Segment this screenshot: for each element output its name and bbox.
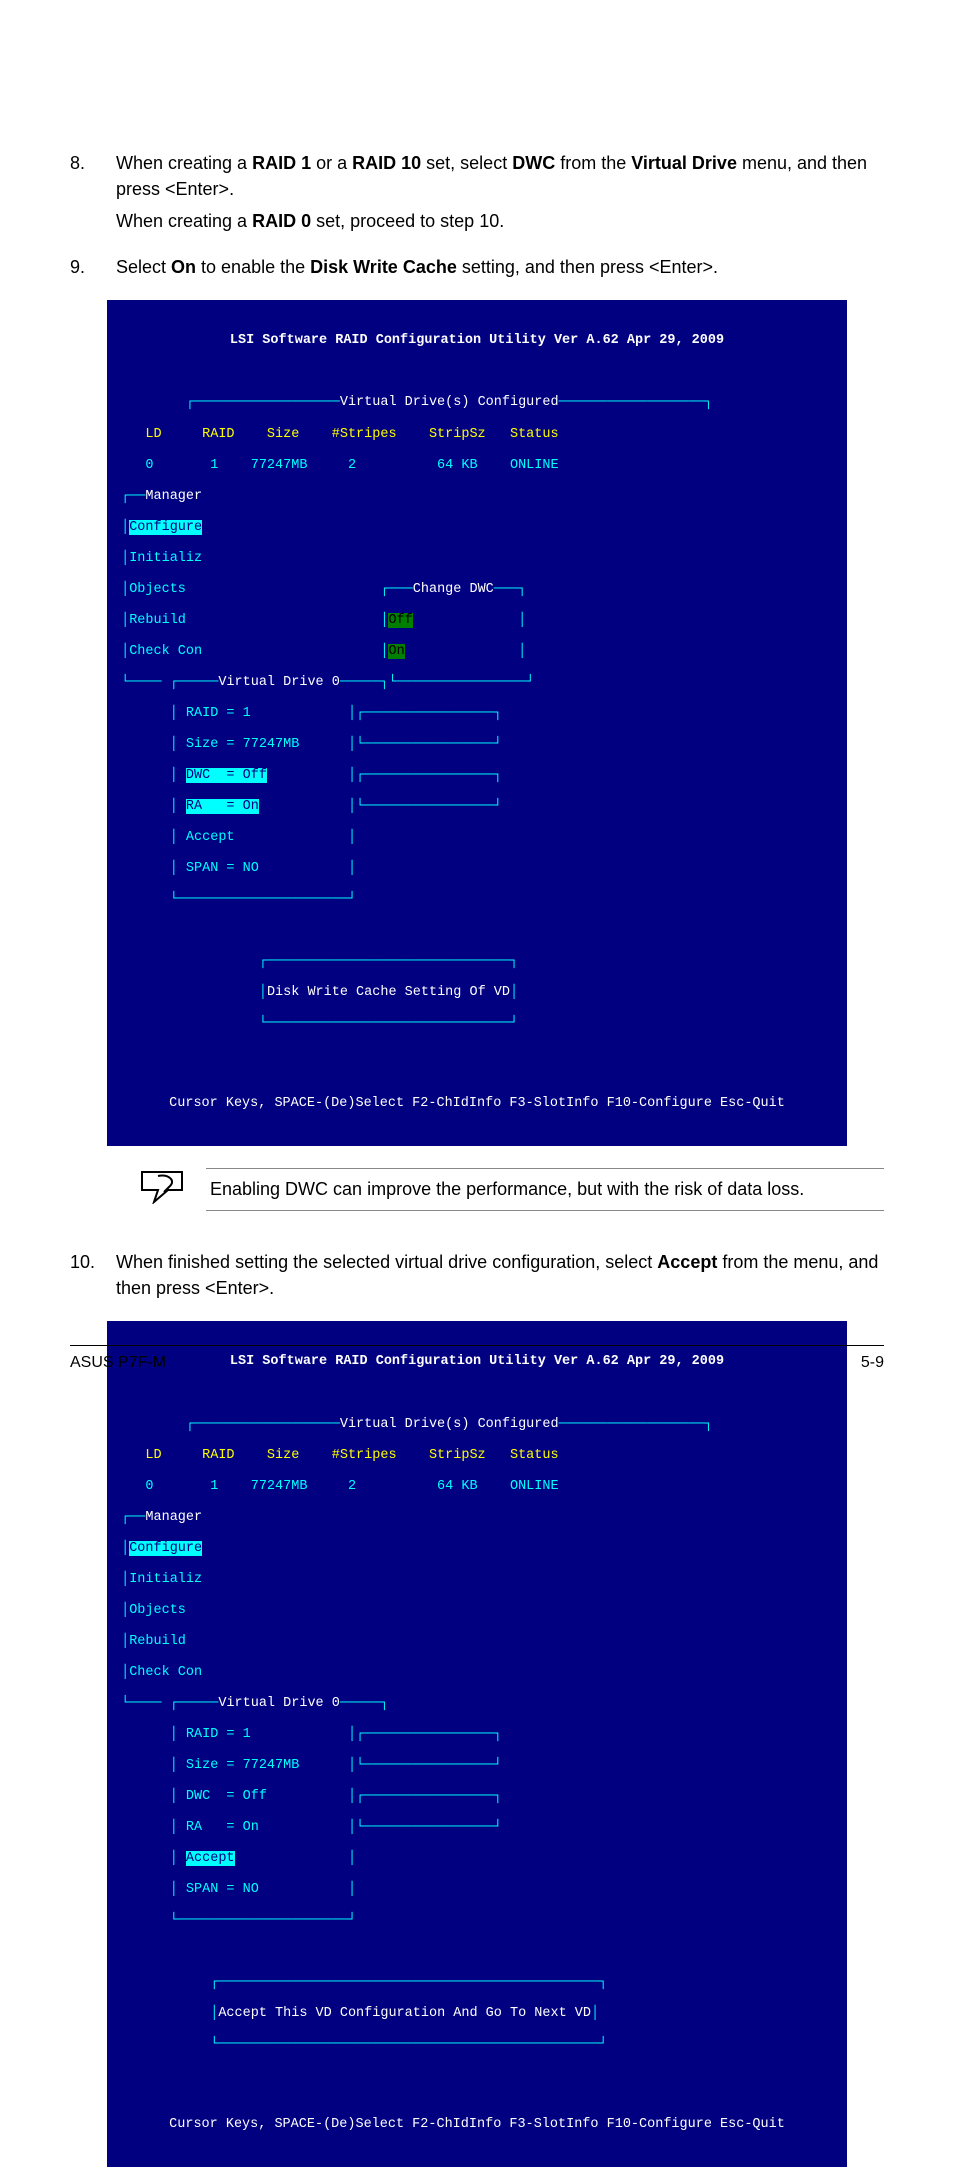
bios-panel-title: Virtual Drive(s) Configured (340, 395, 559, 410)
bios-table-header: LD RAID Size #Stripes StripSz Status (113, 427, 841, 443)
bios-menu-item[interactable]: Manager (145, 1510, 202, 1525)
step-body: When finished setting the selected virtu… (116, 1249, 884, 1307)
bios-table-header: LD RAID Size #Stripes StripSz Status (113, 1448, 841, 1464)
note: Enabling DWC can improve the performance… (140, 1168, 884, 1211)
step-number: 10. (70, 1249, 116, 1307)
bios-menu-item[interactable]: Initializ (129, 551, 202, 566)
vd-param[interactable]: RA = On (186, 1820, 259, 1835)
bios-menu-item-selected[interactable]: Configure (129, 1541, 202, 1556)
bios-status-bar: Disk Write Cache Setting Of VD (267, 985, 510, 1000)
bios-menu-item[interactable]: Manager (145, 489, 202, 504)
bios-status-bar: Accept This VD Configuration And Go To N… (218, 2006, 591, 2021)
dwc-option-off[interactable]: Off (388, 613, 412, 628)
vd-param[interactable]: RA = On (186, 799, 259, 814)
virtual-drive-title: Virtual Drive 0 (218, 1696, 340, 1711)
page-footer: ASUS P7F-M 5-9 (70, 1345, 884, 1372)
step-10: 10. When finished setting the selected v… (70, 1249, 884, 1307)
vd-param-accept-selected[interactable]: Accept (186, 1851, 235, 1866)
vd-param-selected[interactable]: DWC = Off (186, 768, 267, 783)
vd-param[interactable]: SPAN = NO (186, 861, 259, 876)
step-8: 8. When creating a RAID 1 or a RAID 10 s… (70, 150, 884, 240)
dwc-option-on[interactable]: On (388, 644, 404, 659)
vd-param[interactable]: Size = 77247MB (186, 1758, 299, 1773)
change-dwc-title: Change DWC (413, 582, 494, 597)
vd-param[interactable]: RAID = 1 (186, 706, 251, 721)
step-body: When creating a RAID 1 or a RAID 10 set,… (116, 150, 884, 240)
bios-menu-item[interactable]: Objects (129, 1603, 186, 1618)
bios-title: LSI Software RAID Configuration Utility … (107, 331, 847, 349)
bios-menu-item[interactable]: Objects (129, 582, 186, 597)
bios-menu-item-selected[interactable]: Configure (129, 520, 202, 535)
bios-menu-item[interactable]: Rebuild (129, 613, 186, 628)
vd-param[interactable]: DWC = Off (186, 1789, 267, 1804)
bios-help-bar: Cursor Keys, SPACE-(De)Select F2-ChIdInf… (107, 2115, 847, 2137)
vd-param-accept[interactable]: Accept (186, 830, 235, 845)
bios-menu-item[interactable]: Rebuild (129, 1634, 186, 1649)
vd-param[interactable]: SPAN = NO (186, 1882, 259, 1897)
bios-menu-item[interactable]: Check Con (129, 1665, 202, 1680)
step-9: 9. Select On to enable the Disk Write Ca… (70, 254, 884, 286)
vd-param[interactable]: Size = 77247MB (186, 737, 299, 752)
virtual-drive-title: Virtual Drive 0 (218, 675, 340, 690)
bios-screenshot-2: LSI Software RAID Configuration Utility … (107, 1321, 847, 2167)
step-number: 9. (70, 254, 116, 286)
footer-left: ASUS P7F-M (70, 1354, 166, 1372)
bios-table-row: 0 1 77247MB 2 64 KB ONLINE (113, 1479, 841, 1495)
note-text: Enabling DWC can improve the performance… (206, 1168, 884, 1211)
bios-table-row: 0 1 77247MB 2 64 KB ONLINE (113, 458, 841, 474)
step-body: Select On to enable the Disk Write Cache… (116, 254, 884, 286)
footer-right: 5-9 (861, 1354, 884, 1372)
bios-panel-title: Virtual Drive(s) Configured (340, 1417, 559, 1432)
bios-menu-item[interactable]: Initializ (129, 1572, 202, 1587)
step-number: 8. (70, 150, 116, 240)
bios-screenshot-1: LSI Software RAID Configuration Utility … (107, 300, 847, 1146)
vd-param[interactable]: RAID = 1 (186, 1727, 251, 1742)
bios-menu-item[interactable]: Check Con (129, 644, 202, 659)
note-icon (140, 1170, 184, 1209)
bios-help-bar: Cursor Keys, SPACE-(De)Select F2-ChIdInf… (107, 1094, 847, 1116)
